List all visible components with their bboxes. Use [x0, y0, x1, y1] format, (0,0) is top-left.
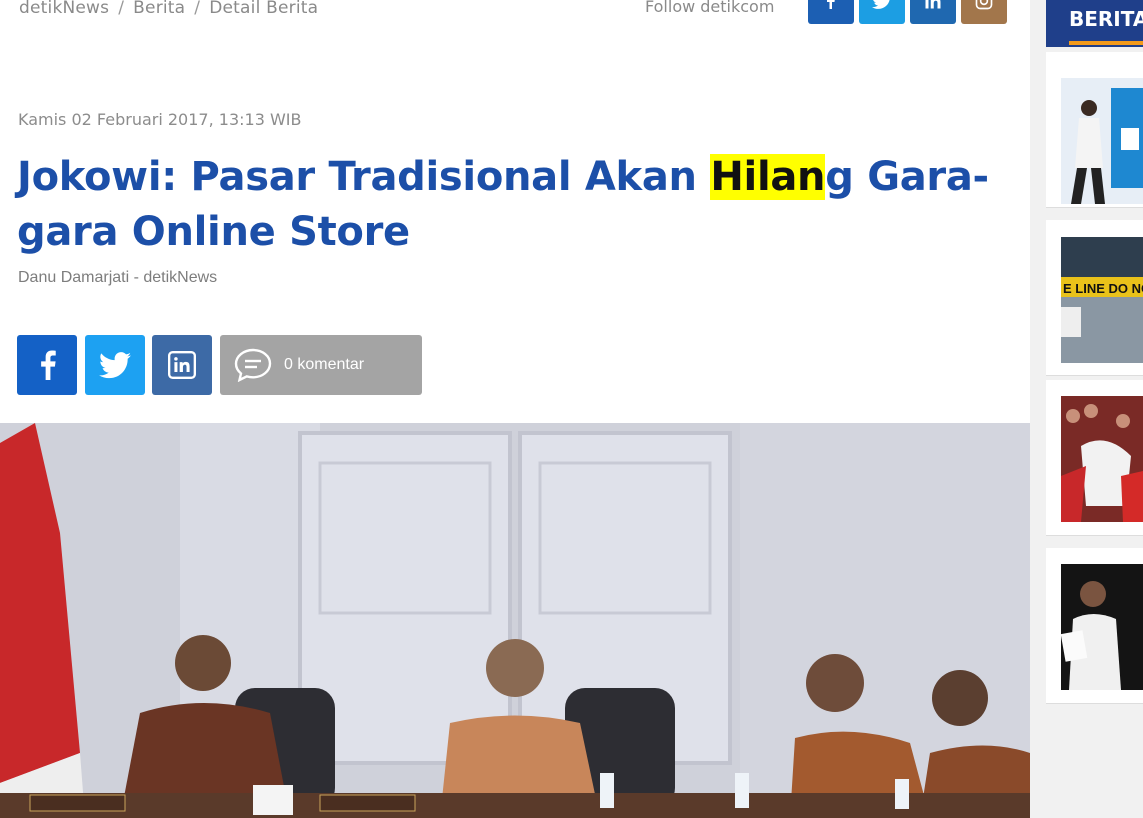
title-highlight: Hilan — [710, 154, 826, 200]
twitter-icon — [99, 351, 131, 378]
sidebar-news-thumbnail: E LINE DO NOT — [1061, 237, 1143, 363]
linkedin-icon — [925, 0, 941, 9]
article-title: Jokowi: Pasar Tradisional Akan Hilang Ga… — [17, 150, 1007, 260]
article-photo — [0, 423, 1030, 818]
title-text-before: Jokowi: Pasar Tradisional Akan — [17, 154, 711, 200]
share-linkedin-button[interactable] — [152, 335, 212, 395]
facebook-icon — [827, 0, 835, 9]
breadcrumb-detiknews[interactable]: detikNews — [19, 0, 109, 18]
sidebar-news-thumbnail — [1061, 564, 1143, 690]
sidebar-heading: BERITA — [1046, 0, 1143, 47]
twitter-icon — [872, 0, 890, 9]
sidebar-news-thumbnail — [1061, 78, 1143, 204]
comment-button[interactable]: 0 komentar — [220, 335, 422, 395]
sidebar-news-card[interactable] — [1046, 380, 1143, 536]
breadcrumb-separator: / — [118, 0, 125, 18]
follow-instagram-button[interactable] — [961, 0, 1007, 24]
follow-label: Follow detikcom — [645, 0, 775, 16]
sidebar-heading-label: BERITA — [1069, 7, 1143, 31]
follow-linkedin-button[interactable] — [910, 0, 956, 24]
sidebar-news-thumbnail — [1061, 396, 1143, 522]
sidebar-news-card[interactable] — [1046, 52, 1143, 208]
follow-facebook-button[interactable] — [808, 0, 854, 24]
follow-twitter-button[interactable] — [859, 0, 905, 24]
breadcrumb-current: Detail Berita — [209, 0, 319, 18]
instagram-icon — [975, 0, 993, 10]
sidebar-news-card[interactable]: E LINE DO NOT — [1046, 220, 1143, 376]
facebook-icon — [41, 350, 56, 380]
linkedin-icon — [168, 351, 196, 379]
breadcrumb-separator: / — [194, 0, 201, 18]
sidebar: BERITA E LINE DO NOT — [1046, 0, 1143, 818]
comment-count-label: 0 komentar — [284, 356, 365, 373]
comment-bubble-icon — [234, 348, 272, 382]
article-date: Kamis 02 Februari 2017, 13:13 WIB — [18, 110, 302, 129]
article-author: Danu Damarjati - detikNews — [18, 269, 218, 286]
sidebar-news-card[interactable] — [1046, 548, 1143, 704]
breadcrumb: detikNews / Berita / Detail Berita — [19, 0, 318, 18]
police-line-text: E LINE DO NOT — [1063, 281, 1143, 296]
share-twitter-button[interactable] — [85, 335, 145, 395]
share-facebook-button[interactable] — [17, 335, 77, 395]
breadcrumb-berita[interactable]: Berita — [133, 0, 185, 18]
article-panel: detikNews / Berita / Detail Berita Follow de… — [0, 0, 1030, 818]
sidebar-heading-underline — [1069, 41, 1143, 45]
